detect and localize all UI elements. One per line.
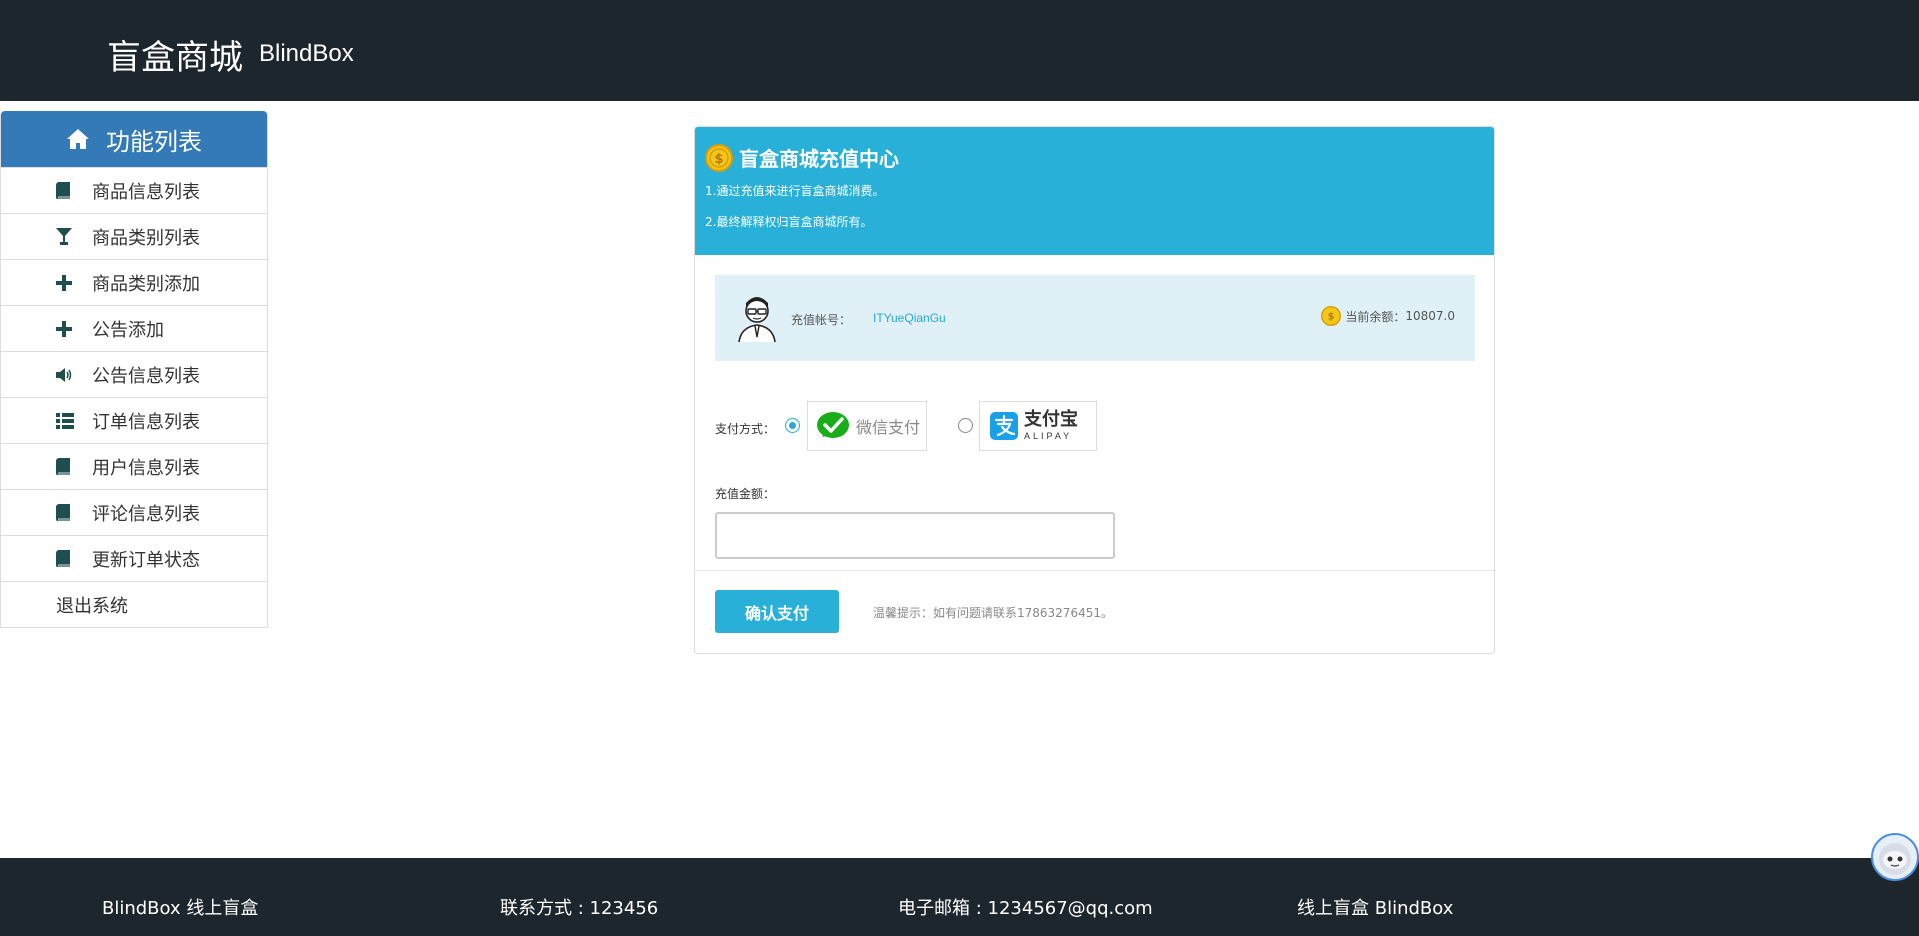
footer-email: 电子邮箱 : 1234567@qq.com [898,898,1153,919]
alipay-label: 支付宝 [1024,409,1078,430]
panel-header: $ 盲盒商城充值中心 1.通过充值来进行盲盒商城消费。 2.最终解释权归盲盒商城… [695,127,1494,255]
coin-icon: $ [1321,306,1342,326]
sidebar-item-update-order[interactable]: 更新订单状态 [1,535,267,581]
balance-display: $ 当前余额： 10807.0 [1321,306,1455,326]
plus-icon [56,274,92,291]
book-icon [56,504,92,521]
footer-contact: 联系方式 : 123456 [500,898,659,919]
glass-icon [56,228,92,245]
divider [695,570,1494,571]
avatar [738,297,776,343]
sidebar-item-product-list[interactable]: 商品信息列表 [1,167,267,213]
book-icon [56,182,92,199]
sidebar-item-label: 商品类别列表 [92,227,200,249]
alipay-option[interactable]: 支付宝 ALIPAY [979,401,1097,451]
footer-brand: BlindBox 线上盲盒 [102,898,259,919]
brand-subtitle: BlindBox [259,40,354,67]
alipay-text: 支付宝 ALIPAY [1024,411,1078,441]
sidebar-item-user-list[interactable]: 用户信息列表 [1,443,267,489]
page-footer: BlindBox 线上盲盒 联系方式 : 123456 电子邮箱 : 12345… [0,858,1919,936]
sidebar-item-label: 公告添加 [92,319,164,341]
balance-label: 当前余额： [1345,309,1406,324]
list-icon [56,412,92,429]
sidebar-item-notice-list[interactable]: 公告信息列表 [1,351,267,397]
wechat-radio[interactable] [785,418,800,433]
pay-method-label: 支付方式： [715,422,776,436]
coin-icon: $ [705,143,733,172]
panel-title: $ 盲盒商城充值中心 [705,143,1484,172]
book-icon [56,458,92,475]
panel-note: 2.最终解释权归盲盒商城所有。 [705,215,873,229]
alipay-label-en: ALIPAY [1024,431,1073,441]
sidebar-item-comment-list[interactable]: 评论信息列表 [1,489,267,535]
alipay-icon [990,412,1018,440]
sidebar-item-category-add[interactable]: 商品类别添加 [1,259,267,305]
sidebar-item-label: 商品信息列表 [92,181,200,203]
sidebar-item-notice-add[interactable]: 公告添加 [1,305,267,351]
svg-text:$: $ [714,152,723,167]
sidebar-title: 功能列表 [106,127,202,156]
confirm-pay-button[interactable]: 确认支付 [715,590,839,633]
amount-input[interactable] [715,512,1115,559]
sidebar-item-label: 用户信息列表 [92,457,200,479]
chat-widget-button[interactable] [1871,833,1919,881]
top-header: 盲盒商城 BlindBox [0,0,1919,101]
sidebar-item-category-list[interactable]: 商品类别列表 [1,213,267,259]
book-icon [56,550,92,567]
brand-title[interactable]: 盲盒商城 [107,30,243,79]
sidebar-item-label: 公告信息列表 [92,365,200,387]
panel-note: 1.通过充值来进行盲盒商城消费。 [705,184,885,198]
wechat-label: 微信支付 [856,418,921,437]
home-icon [67,129,89,149]
footer-slogan: 线上盲盒 BlindBox [1297,898,1454,919]
balance-value: 10807.0 [1405,309,1455,323]
amount-label: 充值金额： [715,487,776,501]
account-info-box: 充值帐号： ITYueQianGu $ 当前余额： 10807.0 [715,275,1475,361]
plus-icon [56,320,92,337]
alipay-radio[interactable] [958,418,973,433]
sidebar-header: 功能列表 [1,111,267,167]
sidebar-menu: 功能列表 商品信息列表 商品类别列表 商品类别添加 公告添加 公告信息列表 订单… [0,111,268,628]
sidebar-item-label: 订单信息列表 [92,411,200,433]
account-value: ITYueQianGu [873,311,946,325]
sidebar-item-label: 评论信息列表 [92,503,200,525]
sidebar-item-label: 退出系统 [56,595,128,617]
wechat-pay-option[interactable]: 微信支付 [807,401,927,451]
volume-icon [56,367,92,382]
sidebar-item-label: 更新订单状态 [92,549,200,571]
panel-title-text: 盲盒商城充值中心 [739,147,899,171]
sidebar-item-label: 商品类别添加 [92,273,200,295]
sidebar-item-logout[interactable]: 退出系统 [1,581,267,627]
recharge-panel: $ 盲盒商城充值中心 1.通过充值来进行盲盒商城消费。 2.最终解释权归盲盒商城… [694,126,1495,654]
robot-avatar-icon [1879,843,1911,875]
wechat-icon [817,412,849,438]
help-tip: 温馨提示：如有问题请联系17863276451。 [873,606,1113,620]
sidebar-item-order-list[interactable]: 订单信息列表 [1,397,267,443]
account-label: 充值帐号： [791,313,852,327]
svg-text:$: $ [1328,312,1334,323]
